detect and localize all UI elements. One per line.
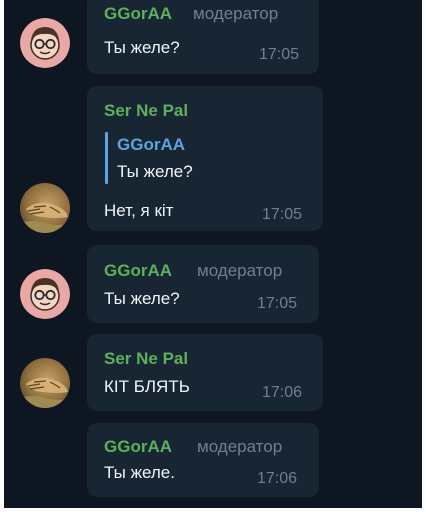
cat-photo-avatar-icon — [20, 183, 70, 233]
avatar[interactable] — [20, 358, 70, 408]
message-text: Нет, я кіт — [104, 201, 174, 220]
message-time: 17:06 — [257, 470, 298, 487]
avatar[interactable] — [20, 183, 70, 233]
message-time: 17:06 — [262, 384, 303, 401]
author-name[interactable]: GGorAA — [104, 261, 172, 281]
message-text: Ты желе. — [104, 463, 175, 482]
role-badge: модератор — [193, 4, 279, 23]
message-bubble[interactable]: Ser Ne Pal GGorAA Ты желе? Нет, я кіт 17… — [87, 86, 323, 231]
cat-photo-avatar-icon — [20, 358, 70, 408]
reply-quote-bar — [105, 132, 108, 184]
author-name[interactable]: Ser Ne Pal — [104, 349, 188, 369]
message-bubble[interactable]: GGorAA модератор Ты желе? 17:05 — [87, 0, 319, 74]
chat-history: GGorAA модератор Ты желе? 17:05 Ser Ne P… — [4, 0, 422, 508]
glasses-face-avatar-icon — [20, 269, 70, 319]
message-time: 17:05 — [257, 295, 298, 312]
message-bubble[interactable]: Ser Ne Pal КІТ БЛЯТЬ 17:06 — [87, 334, 323, 411]
author-name[interactable]: GGorAA — [104, 4, 172, 24]
author-name[interactable]: Ser Ne Pal — [104, 101, 188, 121]
message-bubble[interactable]: GGorAA модератор Ты желе? 17:05 — [87, 245, 319, 323]
glasses-face-avatar-icon — [20, 18, 70, 68]
message-text: Ты желе? — [104, 38, 180, 57]
role-badge: модератор — [197, 261, 283, 280]
avatar[interactable] — [20, 269, 70, 319]
author-name[interactable]: GGorAA — [104, 437, 172, 457]
message-time: 17:05 — [259, 46, 300, 63]
message-time: 17:05 — [262, 206, 303, 223]
message-text: Ты желе? — [104, 289, 180, 308]
role-badge: модератор — [197, 437, 283, 456]
avatar[interactable] — [20, 18, 70, 68]
reply-text[interactable]: Ты желе? — [117, 162, 193, 182]
message-bubble[interactable]: GGorAA модератор Ты желе. 17:06 — [87, 423, 319, 497]
message-text: КІТ БЛЯТЬ — [104, 377, 190, 396]
reply-author[interactable]: GGorAA — [117, 135, 185, 155]
